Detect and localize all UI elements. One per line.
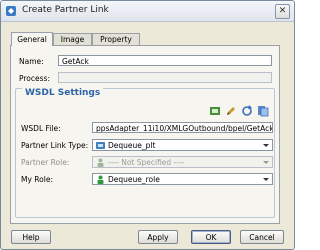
- chevron-down-icon: [263, 161, 269, 164]
- link-type-icon: [96, 142, 105, 149]
- general-tab-panel: Name: GetAck Process: WSDL Settings WSDL…: [10, 45, 280, 224]
- tab-property[interactable]: Property: [92, 33, 140, 45]
- partner-link-type-value: Dequeue_plt: [108, 141, 156, 150]
- wsdl-file-label: WSDL File:: [21, 124, 61, 133]
- tab-general[interactable]: General: [11, 32, 53, 46]
- process-field: [58, 72, 272, 83]
- partner-link-type-label: Partner Link Type:: [21, 141, 89, 150]
- partner-role-select: ---- Not Specified ----: [92, 156, 273, 168]
- window-title: Create Partner Link: [22, 5, 109, 15]
- tab-general-label: General: [17, 35, 47, 44]
- cancel-button[interactable]: Cancel: [240, 230, 284, 244]
- partner-role-label: Partner Role:: [21, 158, 70, 167]
- partner-role-value: ---- Not Specified ----: [108, 158, 185, 167]
- partner-link-type-select[interactable]: Dequeue_plt: [92, 139, 273, 151]
- ok-button-label: OK: [205, 233, 217, 242]
- name-label: Name:: [19, 57, 44, 66]
- edit-icon[interactable]: [225, 105, 237, 117]
- role-icon: [97, 158, 104, 167]
- browse-services-icon[interactable]: [209, 105, 221, 117]
- name-field[interactable]: GetAck: [58, 55, 272, 66]
- title-bar[interactable]: Create Partner Link ✕: [1, 1, 294, 22]
- refresh-icon[interactable]: [241, 105, 253, 117]
- my-role-select[interactable]: Dequeue_role: [92, 173, 273, 185]
- close-icon: ✕: [278, 6, 287, 16]
- tab-image-label: Image: [60, 35, 85, 44]
- tab-image[interactable]: Image: [53, 33, 92, 45]
- apply-button-label: Apply: [147, 233, 169, 242]
- chevron-down-icon: [263, 144, 269, 147]
- process-label: Process:: [19, 74, 50, 83]
- create-partner-link-dialog: Create Partner Link ✕ General Image Prop…: [0, 0, 295, 250]
- help-button[interactable]: Help: [11, 230, 51, 244]
- help-button-label: Help: [22, 233, 40, 242]
- wsdl-file-field[interactable]: ppsAdapter_11i10/XMLGOutbound/bpel/GetAc…: [92, 122, 273, 133]
- partner-link-icon: [6, 6, 16, 16]
- my-role-label: My Role:: [21, 175, 53, 184]
- ok-button[interactable]: OK: [191, 230, 231, 244]
- apply-button[interactable]: Apply: [138, 230, 178, 244]
- cancel-button-label: Cancel: [249, 233, 275, 242]
- role-icon: [97, 175, 104, 184]
- chevron-down-icon: [263, 178, 269, 181]
- import-icon[interactable]: [257, 105, 269, 117]
- my-role-value: Dequeue_role: [108, 175, 160, 184]
- wsdl-settings-title: WSDL Settings: [22, 88, 104, 98]
- tab-property-label: Property: [100, 35, 132, 44]
- close-button[interactable]: ✕: [275, 4, 290, 19]
